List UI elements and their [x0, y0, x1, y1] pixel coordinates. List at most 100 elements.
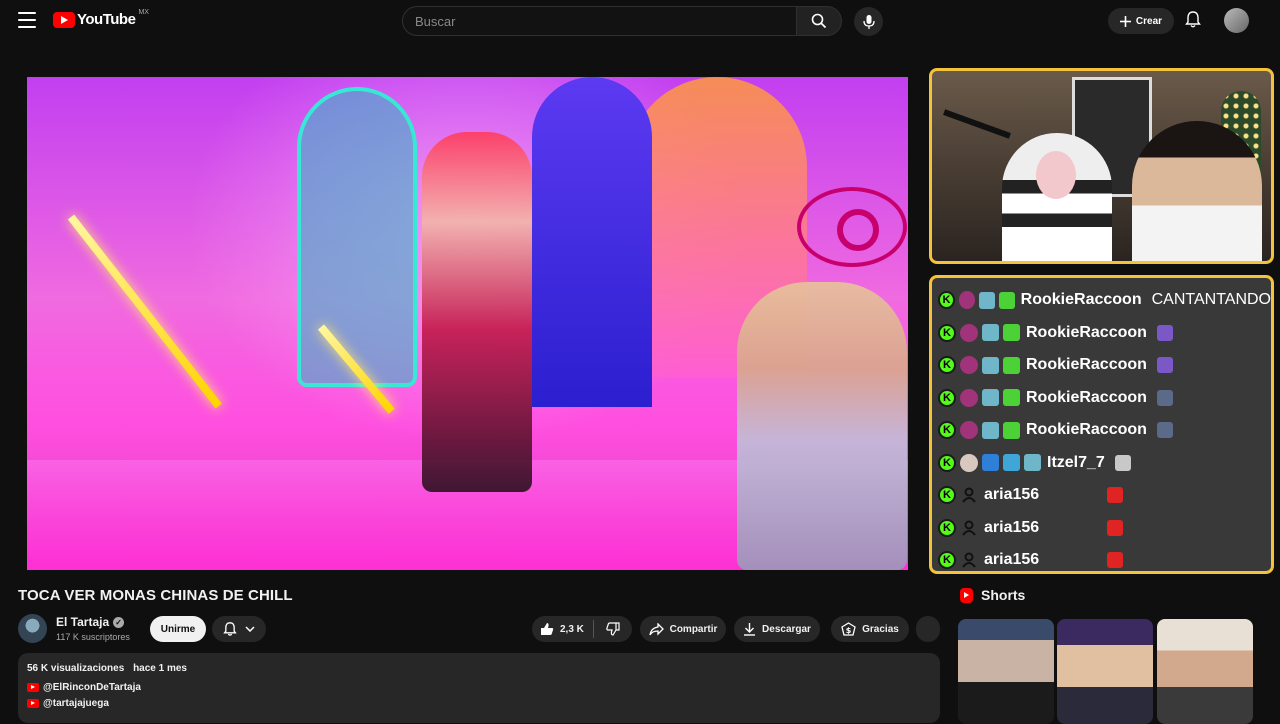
verified-icon: ✓ [113, 616, 125, 628]
plus-icon [1119, 15, 1131, 27]
chat-overlay: K RookieRaccoon CANTANTANDO K RookieRacc… [929, 275, 1274, 574]
streamer-face [1036, 151, 1076, 199]
emote-icon [1107, 552, 1124, 569]
youtube-logo[interactable]: YouTube MX [53, 9, 149, 28]
youtube-play-icon [53, 11, 75, 28]
chevron-down-icon [245, 626, 255, 632]
shorts-icon [960, 587, 973, 603]
view-date-row: 56 K visualizaciones hace 1 mes [27, 663, 931, 674]
chat-message: K aria156 [938, 512, 1271, 545]
create-button[interactable]: Crear [1108, 8, 1174, 34]
chat-username: aria156 [984, 518, 1040, 536]
bell-icon [1185, 11, 1201, 28]
shorts-title: Shorts [981, 587, 1026, 603]
join-button[interactable]: Unirme [150, 616, 206, 642]
eye-decoration [797, 187, 907, 267]
raccoon-badge-icon [958, 291, 976, 310]
search-input[interactable] [402, 6, 796, 36]
channel-link-text[interactable]: @tartajajuega [43, 698, 109, 709]
streamer-person [1132, 121, 1262, 261]
gift-badge-icon [1003, 421, 1020, 439]
chat-username: aria156 [984, 486, 1040, 504]
channel-name[interactable]: El Tartaja [56, 615, 109, 629]
emote-icon [1156, 389, 1173, 406]
subscriber-badge-icon [982, 389, 999, 407]
gift-badge-icon [999, 291, 1015, 309]
channel-link-text[interactable]: @ElRinconDeTartaja [43, 682, 141, 693]
view-count: 56 K visualizaciones [27, 663, 125, 674]
user-icon [962, 552, 976, 568]
short-thumbnail[interactable] [958, 619, 1054, 724]
kick-badge-icon: K [938, 551, 956, 570]
create-label: Crear [1135, 15, 1163, 27]
channel-avatar[interactable] [18, 614, 47, 643]
raccoon-badge-icon [960, 421, 978, 440]
kick-badge-icon: K [938, 388, 956, 407]
chat-message: K RookieRaccoon [938, 317, 1271, 350]
dislike-button[interactable] [594, 622, 632, 636]
search-button[interactable] [796, 6, 842, 36]
chat-username: RookieRaccoon [1026, 323, 1147, 341]
thanks-button[interactable]: $ Gracias [831, 616, 909, 642]
channel-link[interactable]: @ElRinconDeTartaja [27, 682, 931, 693]
mic-arm [943, 109, 1011, 139]
gift-badge-icon [1003, 389, 1020, 407]
search-bar [402, 6, 842, 36]
kick-badge-icon: K [938, 356, 956, 375]
kick-badge-icon: K [938, 486, 956, 505]
description-box[interactable]: 56 K visualizaciones hace 1 mes @ElRinco… [18, 653, 940, 723]
microphone-icon [862, 14, 875, 29]
stage-arch-blue [532, 77, 652, 407]
chat-username: RookieRaccoon [1026, 356, 1147, 374]
top-bar: YouTube MX Crear [0, 0, 1280, 42]
emote-icon [1156, 422, 1173, 439]
account-avatar[interactable] [1224, 8, 1249, 33]
channel-name-row[interactable]: El Tartaja ✓ [56, 615, 125, 629]
video-player[interactable] [27, 77, 908, 570]
thumbs-down-icon [606, 622, 620, 636]
more-actions-button[interactable] [916, 616, 940, 642]
logo-text: YouTube [77, 11, 136, 28]
webcam-overlay [929, 68, 1274, 264]
emote-icon [1107, 487, 1124, 504]
gift-badge-icon [1003, 454, 1020, 472]
youtube-icon [27, 683, 39, 692]
emote-icon [1107, 519, 1124, 536]
menu-icon[interactable] [18, 12, 36, 28]
raccoon-badge-icon [960, 323, 978, 342]
short-thumbnail[interactable] [1157, 619, 1253, 724]
like-button[interactable]: 2,3 K [532, 620, 594, 638]
share-button[interactable]: Compartir [640, 616, 726, 642]
user-avatar-badge-icon [960, 453, 978, 472]
subscriber-badge-icon [982, 421, 999, 439]
spotlight [67, 214, 222, 409]
thanks-icon: $ [841, 621, 856, 636]
subscriber-badge-icon [1024, 454, 1041, 472]
chat-message: K aria156 [938, 479, 1271, 512]
chat-message: K Itzel7_7 [938, 447, 1271, 480]
kick-badge-icon: K [938, 323, 956, 342]
download-label: Descargar [762, 623, 811, 635]
subscriber-badge-icon [982, 454, 999, 472]
chat-message: K RookieRaccoon CANTANTANDO [938, 284, 1271, 317]
subscriber-badge-icon [982, 356, 999, 374]
subscription-bell-button[interactable] [212, 616, 266, 642]
chat-username: Itzel7_7 [1047, 453, 1105, 471]
notifications-button[interactable] [1185, 11, 1201, 34]
chat-message: K RookieRaccoon [938, 349, 1271, 382]
kick-badge-icon: K [938, 453, 956, 472]
user-icon [962, 520, 976, 536]
chat-username: RookieRaccoon [1026, 388, 1147, 406]
download-button[interactable]: Descargar [734, 616, 820, 642]
performer [422, 132, 532, 492]
short-thumbnail[interactable] [1057, 619, 1153, 724]
voice-search-button[interactable] [854, 7, 883, 36]
download-icon [744, 623, 756, 636]
chat-username: aria156 [984, 551, 1040, 569]
upload-date: hace 1 mes [133, 663, 187, 674]
emote-icon [1114, 454, 1131, 471]
chat-message: K RookieRaccoon [938, 382, 1271, 415]
raccoon-badge-icon [960, 356, 978, 375]
channel-link[interactable]: @tartajajuega [27, 698, 931, 709]
emote-icon [1156, 324, 1173, 341]
